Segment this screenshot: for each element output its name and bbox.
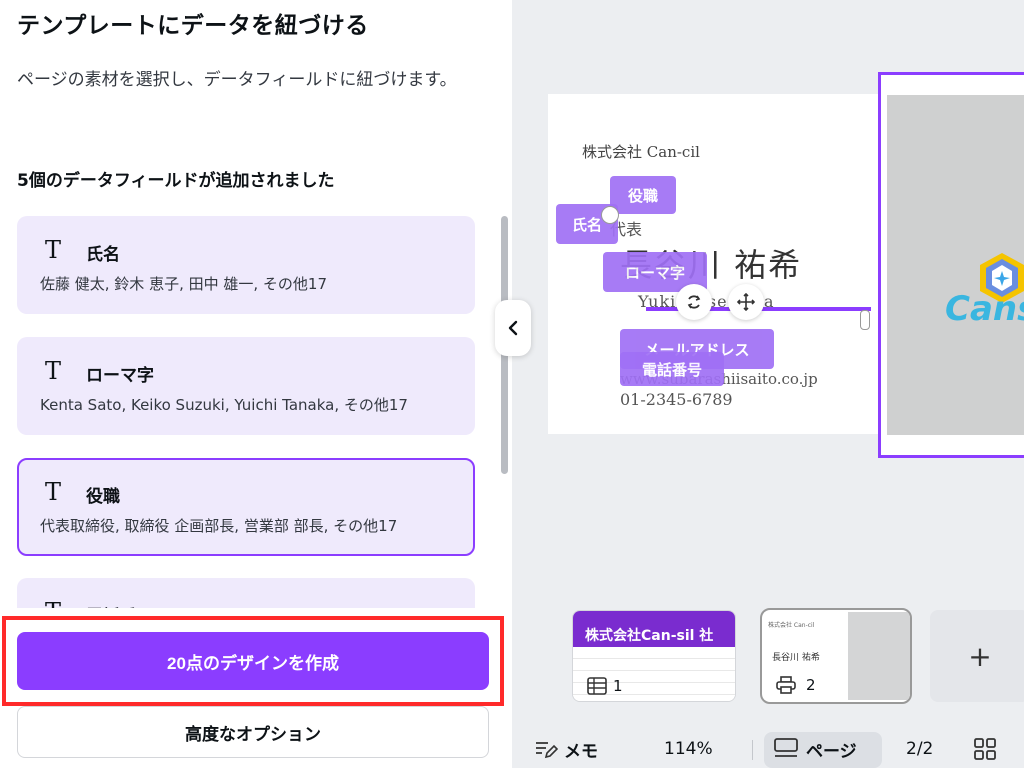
field-name: ローマ字 — [86, 366, 154, 386]
rotate-button[interactable] — [676, 284, 712, 320]
bottom-toolbar: メモ 114% ページ 2/2 — [512, 730, 1024, 768]
rotate-icon — [687, 295, 701, 309]
add-page-button[interactable]: + — [930, 610, 1024, 702]
field-values: Kenta Sato, Keiko Suzuki, Yuichi Tanaka,… — [40, 396, 408, 414]
page-count: 2/2 — [906, 739, 934, 759]
phone-text[interactable]: 01-2345-6789 — [620, 390, 733, 409]
thumb-header-text: 株式会社Can-sil 社 — [585, 628, 714, 644]
text-icon: T — [45, 236, 62, 264]
field-name: 氏名 — [86, 245, 120, 265]
resize-handle[interactable] — [860, 310, 870, 330]
grid-view-button[interactable] — [974, 730, 996, 768]
plus-icon: + — [968, 639, 992, 673]
business-card-front[interactable]: 株式会社 Can-cil 代表 長谷川 祐希 Yuki Hasegawa www… — [548, 94, 878, 434]
advanced-options-button[interactable]: 高度なオプション — [17, 706, 489, 758]
field-card-name[interactable]: T 氏名 佐藤 健太, 鈴木 恵子, 田中 雄一, その他17 — [17, 216, 475, 314]
notes-label: メモ — [564, 741, 598, 762]
create-designs-button[interactable]: 20点のデザインを作成 — [17, 632, 489, 690]
move-icon — [737, 293, 755, 311]
business-card-back[interactable]: Cans — [878, 72, 1024, 458]
print-icon — [776, 676, 796, 694]
page-thumbnail-2[interactable]: 株式会社 Can-cil 長谷川 祐希 2 — [760, 608, 912, 704]
design-canvas: 株式会社 Can-cil 代表 長谷川 祐希 Yuki Hasegawa www… — [512, 0, 1024, 768]
page-thumbnail-1[interactable]: 株式会社Can-sil 社 1 — [572, 610, 736, 702]
field-values: 代表取締役, 取締役 企画部長, 営業部 部長, その他17 — [40, 517, 398, 535]
company-name-text[interactable]: 株式会社 Can-cil — [582, 141, 700, 162]
field-card-romaji[interactable]: T ローマ字 Kenta Sato, Keiko Suzuki, Yuichi … — [17, 337, 475, 435]
tag-phone: 電話番号 — [620, 352, 724, 386]
panel-title: テンプレートにデータを紐づける — [17, 13, 369, 39]
notes-icon — [536, 742, 558, 759]
logo-text: Cans — [945, 289, 1024, 329]
field-card-title[interactable]: T 役職 代表取締役, 取締役 企画部長, 営業部 部長, その他17 — [17, 458, 475, 556]
thumb-company: 株式会社 Can-cil — [768, 622, 815, 629]
field-name: 役職 — [86, 487, 120, 507]
panel-description: ページの素材を選択し、データフィールドに紐づけます。 — [17, 70, 457, 90]
thumb-texture — [848, 612, 910, 700]
move-button[interactable] — [728, 284, 764, 320]
field-values: 佐藤 健太, 鈴木 恵子, 田中 雄一, その他17 — [40, 275, 328, 293]
text-icon: T — [45, 357, 62, 385]
field-count-text: 5個のデータフィールドが追加されました — [17, 171, 335, 191]
divider — [752, 740, 753, 760]
text-icon: T — [45, 478, 62, 506]
thumb-name: 長谷川 祐希 — [772, 653, 820, 663]
zoom-level[interactable]: 114% — [664, 730, 713, 768]
notes-button[interactable]: メモ — [534, 730, 598, 768]
pages-label: ページ — [806, 741, 857, 762]
table-icon — [587, 677, 607, 695]
page-number: 2 — [806, 676, 816, 694]
page-number: 1 — [613, 677, 623, 695]
chevron-left-icon — [508, 320, 518, 336]
data-binding-panel: テンプレートにデータを紐づける ページの素材を選択し、データフィールドに紐づけま… — [0, 0, 512, 768]
pages-icon — [774, 738, 798, 757]
selection-handle[interactable] — [601, 206, 619, 224]
grid-icon — [974, 738, 996, 760]
collapse-panel-button[interactable] — [495, 300, 531, 356]
tag-title: 役職 — [610, 176, 676, 214]
pages-button[interactable]: ページ — [774, 730, 857, 768]
